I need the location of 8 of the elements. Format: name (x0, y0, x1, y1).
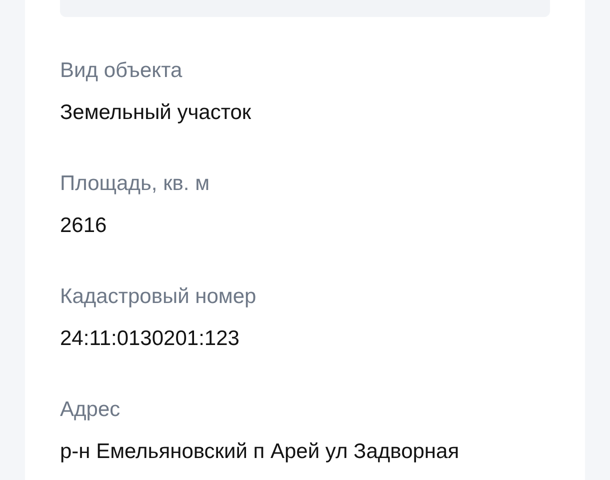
field-value: 2616 (60, 213, 108, 239)
field-value: Земельный участок (60, 100, 252, 126)
field-label: Кадастровый номер (60, 284, 258, 310)
field-label: Площадь, кв. м (60, 171, 211, 197)
field-label: Адрес (60, 397, 122, 423)
field-label: Вид объекта (60, 58, 184, 84)
field-value: р-н Емельяновский п Арей ул Задворная (60, 439, 460, 465)
field-value: 24:11:0130201:123 (60, 326, 240, 352)
